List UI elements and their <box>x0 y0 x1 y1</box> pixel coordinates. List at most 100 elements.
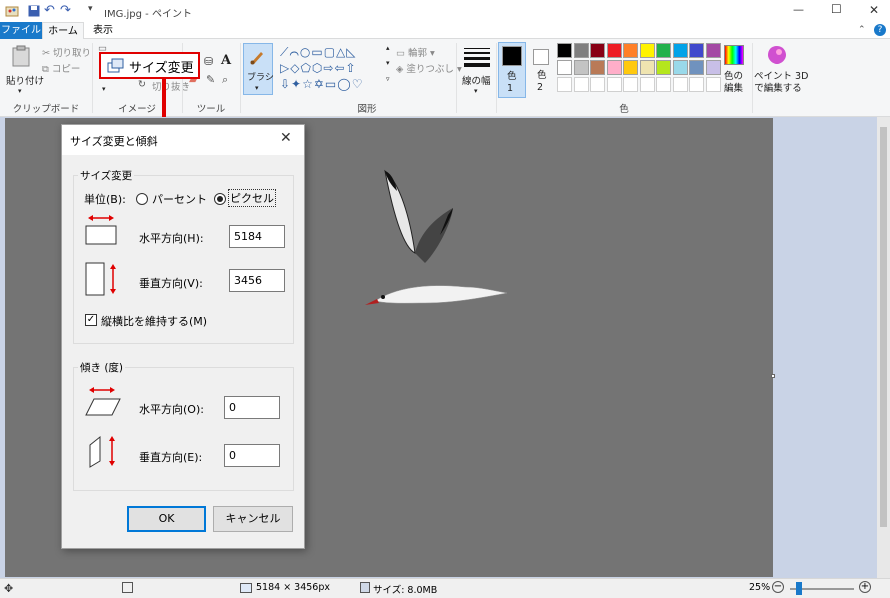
vertical-skew-icon <box>86 433 122 472</box>
collapse-ribbon-icon[interactable]: ⌃ <box>858 25 866 35</box>
file-size: サイズ: 8.0MB <box>373 585 438 596</box>
text-tool-icon[interactable]: A <box>221 53 231 68</box>
file-size-icon <box>360 582 370 593</box>
tab-file[interactable]: ファイル <box>0 22 42 39</box>
custom-color-slot[interactable] <box>705 77 721 92</box>
palette-swatch[interactable] <box>656 43 671 58</box>
palette-swatch[interactable] <box>557 60 572 75</box>
pixel-radio[interactable] <box>214 193 226 205</box>
minimize-button[interactable]: — <box>793 3 804 16</box>
redo-icon[interactable]: ↷ <box>60 3 71 18</box>
skew-horizontal-input[interactable]: 0 <box>224 396 280 419</box>
zoom-slider-thumb[interactable] <box>796 582 802 595</box>
tab-home[interactable]: ホーム <box>42 22 84 40</box>
copy-button[interactable]: ⧉ コピー <box>42 61 80 75</box>
brush-button[interactable]: ブラシ ▾ <box>243 43 274 95</box>
cancel-button[interactable]: キャンセル <box>213 506 293 532</box>
tools-group-label: ツール <box>196 104 226 115</box>
custom-color-slot[interactable] <box>623 77 638 92</box>
custom-color-slot[interactable] <box>672 77 688 92</box>
zoom-level: 25% <box>749 582 771 593</box>
tab-view[interactable]: 表示 <box>86 22 120 39</box>
palette-swatch[interactable] <box>606 43 622 58</box>
resize-button-highlight[interactable]: サイズ変更 <box>99 52 200 79</box>
palette-swatch[interactable] <box>606 60 622 75</box>
resize-callout-label: サイズ変更 <box>129 61 194 76</box>
horizontal-skew-icon <box>84 385 124 420</box>
canvas-resize-handle[interactable] <box>771 374 775 378</box>
color1-button[interactable]: 色 1 <box>498 42 526 98</box>
color2-button[interactable]: 色 2 <box>528 42 556 98</box>
shapes-gallery[interactable]: ⟋⌒○▭▢△◺ ▷◇⬠⬡⇨⇦⇧ ⇩✦☆✡▭◯♡ <box>280 44 384 92</box>
custom-color-slot[interactable] <box>639 77 655 92</box>
palette-swatch[interactable] <box>672 60 688 75</box>
cut-button[interactable]: ✂ 切り取り <box>42 45 91 59</box>
fill-tool-icon[interactable]: ⛁ <box>204 55 213 68</box>
vertical-scrollbar[interactable] <box>877 117 890 578</box>
palette-swatch[interactable] <box>590 43 605 58</box>
close-window-button[interactable]: ✕ <box>869 3 879 17</box>
custom-color-slot[interactable] <box>656 77 671 92</box>
skew-vertical-input[interactable]: 0 <box>224 444 280 467</box>
rotate-button[interactable]: ↻ <box>138 79 146 90</box>
keep-ratio-label[interactable]: 縦横比を維持する(M) <box>101 313 207 329</box>
palette-swatch[interactable] <box>656 60 671 75</box>
palette-swatch[interactable] <box>689 43 704 58</box>
color-palette <box>557 43 722 97</box>
maximize-button[interactable]: ☐ <box>831 2 842 16</box>
unit-label: 単位(B): <box>84 193 126 206</box>
palette-swatch[interactable] <box>573 60 589 75</box>
selection-size-icon <box>122 582 133 593</box>
status-bar: ✥ 5184 × 3456px サイズ: 8.0MB 25% − + <box>0 578 890 598</box>
zoom-in-button[interactable]: + <box>859 581 871 593</box>
dialog-close-button[interactable]: ✕ <box>280 130 292 146</box>
custom-color-slot[interactable] <box>573 77 589 92</box>
ok-button[interactable]: OK <box>127 506 206 532</box>
percent-radio[interactable] <box>136 193 148 205</box>
color-picker-icon[interactable]: ✎ <box>206 73 215 86</box>
percent-label[interactable]: パーセント <box>152 191 207 207</box>
clipboard-group-label: クリップボード <box>12 104 80 115</box>
palette-swatch[interactable] <box>590 60 605 75</box>
skew-vertical-label: 垂直方向(E): <box>139 451 203 464</box>
palette-swatch[interactable] <box>573 43 589 58</box>
palette-swatch[interactable] <box>689 60 704 75</box>
custom-color-slot[interactable] <box>590 77 605 92</box>
resize-horizontal-input[interactable]: 5184 <box>229 225 285 248</box>
palette-swatch[interactable] <box>623 60 638 75</box>
save-icon[interactable] <box>28 5 40 17</box>
zoom-slider[interactable] <box>790 582 854 595</box>
select-dropdown-icon[interactable]: ▾ <box>102 85 106 93</box>
help-icon[interactable]: ? <box>874 24 886 36</box>
zoom-out-button[interactable]: − <box>772 581 784 593</box>
line-width-button[interactable]: 線の幅 ▾ <box>460 43 496 97</box>
paint3d-button[interactable]: ペイント 3D で編集する <box>754 43 808 99</box>
custom-color-slot[interactable] <box>689 77 704 92</box>
palette-swatch[interactable] <box>639 60 655 75</box>
paste-button[interactable]: 貼り付け ▾ <box>4 43 44 95</box>
cursor-position-icon: ✥ <box>4 582 14 595</box>
color1-swatch <box>502 46 522 66</box>
undo-icon[interactable]: ↶ <box>44 3 55 18</box>
colors-group-label: 色 <box>619 104 629 115</box>
palette-swatch[interactable] <box>639 43 655 58</box>
outline-button[interactable]: ▭ 輪郭 ▾ <box>396 45 435 59</box>
custom-color-slot[interactable] <box>606 77 622 92</box>
resize-vertical-input[interactable]: 3456 <box>229 269 285 292</box>
quick-access-dropdown-icon[interactable]: ▾ <box>88 4 93 14</box>
resize-legend: サイズ変更 <box>78 168 135 183</box>
palette-swatch[interactable] <box>623 43 638 58</box>
title-bar: ↶ ↷ ▾ IMG.jpg - ペイント — ☐ ✕ <box>0 0 890 22</box>
fill-button[interactable]: ◈ 塗りつぶし ▾ <box>396 61 462 75</box>
palette-swatch[interactable] <box>557 43 572 58</box>
paint3d-icon <box>767 45 787 65</box>
palette-swatch[interactable] <box>672 43 688 58</box>
palette-swatch[interactable] <box>705 43 721 58</box>
custom-color-slot[interactable] <box>557 77 572 92</box>
keep-ratio-checkbox[interactable]: ✓ <box>85 314 97 326</box>
skew-legend: 傾き (度) <box>78 360 126 375</box>
magnifier-icon[interactable]: ⌕ <box>222 73 228 87</box>
palette-swatch[interactable] <box>705 60 721 75</box>
pixel-label[interactable]: ピクセル <box>228 189 276 207</box>
edit-colors-button[interactable]: 色の 編集 <box>720 43 750 99</box>
